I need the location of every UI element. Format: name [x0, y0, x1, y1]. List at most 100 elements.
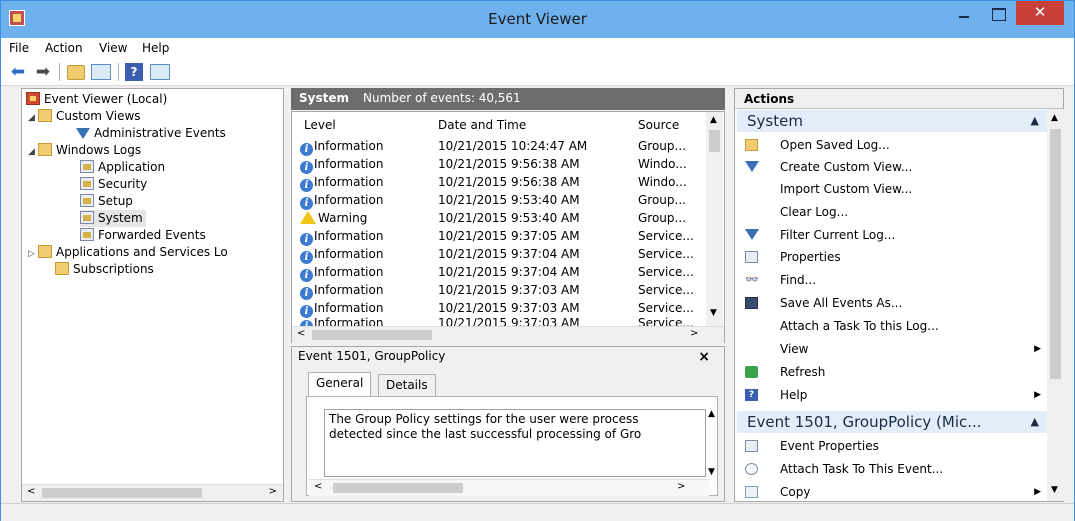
- action-refresh[interactable]: Refresh: [743, 361, 1049, 383]
- close-button[interactable]: ✕: [1016, 1, 1064, 25]
- help-icon[interactable]: ?: [125, 63, 143, 81]
- scroll-left-icon[interactable]: <: [297, 328, 305, 339]
- tree-item-security[interactable]: Security: [80, 176, 147, 193]
- action-event-properties[interactable]: Event Properties: [743, 435, 1049, 457]
- navigation-tree[interactable]: Event Viewer (Local) ◢ Custom Views Admin…: [21, 88, 284, 502]
- tree-label: Applications and Services Lo: [56, 245, 228, 259]
- scroll-down-icon[interactable]: ▼: [708, 467, 715, 477]
- menu-file[interactable]: File: [9, 41, 29, 55]
- window-title: Event Viewer: [488, 10, 587, 28]
- scroll-right-icon[interactable]: >: [677, 481, 685, 492]
- tree-item-subscriptions[interactable]: Subscriptions: [55, 261, 154, 278]
- help-icon: ?: [745, 389, 758, 401]
- action-help[interactable]: ? Help ▶: [743, 384, 1049, 406]
- maximize-button[interactable]: [979, 1, 1019, 29]
- filter-icon: [745, 229, 759, 241]
- tree-item-administrative-events[interactable]: Administrative Events: [76, 125, 226, 142]
- tree-item-setup[interactable]: Setup: [80, 193, 133, 210]
- scrollbar-thumb[interactable]: [42, 488, 202, 498]
- folder-icon: [38, 245, 52, 258]
- action-attach-task-to-event[interactable]: Attach Task To This Event...: [743, 458, 1049, 480]
- tree-item-custom-views[interactable]: ◢ Custom Views: [28, 108, 141, 125]
- section-title: System: [747, 112, 803, 130]
- action-label: Find...: [780, 273, 817, 287]
- tab-general[interactable]: General: [308, 372, 372, 396]
- scroll-down-icon[interactable]: ▼: [1051, 485, 1058, 495]
- action-find[interactable]: 👓 Find...: [743, 269, 1049, 291]
- actions-section-event[interactable]: Event 1501, GroupPolicy (Mic... ▲: [737, 411, 1047, 433]
- scroll-left-icon[interactable]: <: [27, 486, 35, 497]
- event-row[interactable]: i Information 10/21/2015 9:37:05 AM Servi…: [298, 227, 703, 246]
- action-view[interactable]: View ▶: [743, 338, 1049, 360]
- scroll-down-icon[interactable]: ▼: [710, 308, 717, 318]
- scroll-up-icon[interactable]: ▲: [710, 115, 717, 125]
- action-copy[interactable]: Copy ▶: [743, 481, 1049, 503]
- expand-arrow-icon[interactable]: ▷: [28, 246, 38, 263]
- event-list-horizontal-scrollbar[interactable]: < >: [292, 326, 724, 343]
- event-row[interactable]: i Information 10/21/2015 9:53:40 AM Group…: [298, 191, 703, 210]
- column-header-level[interactable]: Level: [304, 118, 336, 132]
- actions-section-system[interactable]: System ▲: [737, 110, 1047, 132]
- scroll-up-icon[interactable]: ▲: [1051, 113, 1058, 123]
- event-row[interactable]: i Information 10/21/2015 9:37:03 AM Servi…: [298, 299, 703, 318]
- event-row[interactable]: i Information 10/21/2015 9:37:04 AM Servi…: [298, 263, 703, 282]
- up-folder-icon[interactable]: [67, 65, 85, 80]
- column-header-source[interactable]: Source: [638, 118, 679, 132]
- action-properties[interactable]: Properties: [743, 246, 1049, 268]
- scrollbar-thumb[interactable]: [333, 483, 463, 493]
- show-hide-action-pane-icon[interactable]: [150, 64, 170, 80]
- scrollbar-thumb[interactable]: [709, 130, 720, 152]
- tree-item-windows-logs[interactable]: ◢ Windows Logs: [28, 142, 141, 159]
- tree-item-system[interactable]: System: [80, 210, 146, 227]
- scroll-up-icon[interactable]: ▲: [708, 409, 715, 419]
- event-row[interactable]: i Information 10/21/2015 9:37:04 AM Servi…: [298, 245, 703, 264]
- log-name: System: [299, 91, 349, 105]
- tree-item-forwarded-events[interactable]: Forwarded Events: [80, 227, 206, 244]
- event-list[interactable]: Level Date and Time Source i Information …: [291, 111, 725, 343]
- action-filter-current-log[interactable]: Filter Current Log...: [743, 224, 1049, 246]
- tree-label: Forwarded Events: [98, 228, 206, 242]
- event-row[interactable]: Warning 10/21/2015 9:53:40 AM Group...: [298, 209, 703, 227]
- action-create-custom-view[interactable]: Create Custom View...: [743, 156, 1049, 178]
- menu-help[interactable]: Help: [142, 41, 169, 55]
- save-disk-icon: [745, 297, 758, 309]
- show-hide-tree-icon[interactable]: [91, 64, 111, 80]
- column-header-date-time[interactable]: Date and Time: [438, 118, 526, 132]
- log-header: System Number of events: 40,561: [291, 88, 725, 110]
- event-row[interactable]: i Information 10/21/2015 9:37:03 AM Servi…: [298, 281, 703, 300]
- tree-item-event-viewer-local[interactable]: Event Viewer (Local): [26, 91, 167, 108]
- back-arrow-icon[interactable]: ⬅: [7, 62, 29, 82]
- tree-item-applications-and-services[interactable]: ▷ Applications and Services Lo: [28, 244, 228, 261]
- scroll-right-icon[interactable]: >: [690, 328, 698, 339]
- scrollbar-thumb[interactable]: [1050, 129, 1061, 379]
- description-horizontal-scrollbar[interactable]: < >: [309, 479, 709, 496]
- event-source: Group...: [638, 211, 686, 225]
- event-description[interactable]: The Group Policy settings for the user w…: [324, 409, 706, 477]
- actions-vertical-scrollbar[interactable]: ▲ ▼: [1047, 109, 1064, 501]
- forward-arrow-icon[interactable]: ➡: [32, 62, 54, 82]
- collapse-caret-icon[interactable]: ▲: [1031, 411, 1039, 433]
- action-open-saved-log[interactable]: Open Saved Log...: [743, 134, 1049, 156]
- action-save-all-events-as[interactable]: Save All Events As...: [743, 292, 1049, 314]
- section-title: Event 1501, GroupPolicy (Mic...: [747, 413, 982, 431]
- close-detail-icon[interactable]: ×: [698, 349, 710, 365]
- collapse-arrow-icon[interactable]: ◢: [28, 110, 38, 127]
- event-row[interactable]: i Information 10/21/2015 10:24:47 AM Grou…: [298, 137, 703, 156]
- action-attach-task-to-log[interactable]: Attach a Task To this Log...: [743, 315, 1049, 337]
- scroll-left-icon[interactable]: <: [314, 481, 322, 492]
- event-row[interactable]: i Information 10/21/2015 9:56:38 AM Windo…: [298, 173, 703, 192]
- event-row[interactable]: i Information 10/21/2015 9:56:38 AM Windo…: [298, 155, 703, 174]
- tab-details[interactable]: Details: [378, 374, 436, 396]
- scrollbar-thumb[interactable]: [312, 330, 432, 340]
- menu-view[interactable]: View: [99, 41, 127, 55]
- action-import-custom-view[interactable]: Import Custom View...: [743, 178, 1049, 200]
- event-list-vertical-scrollbar[interactable]: ▲ ▼: [706, 112, 723, 326]
- collapse-arrow-icon[interactable]: ◢: [28, 144, 38, 161]
- scroll-right-icon[interactable]: >: [269, 486, 277, 497]
- menu-action[interactable]: Action: [45, 41, 83, 55]
- tree-horizontal-scrollbar[interactable]: < >: [22, 484, 283, 501]
- tree-item-application[interactable]: Application: [80, 159, 165, 176]
- collapse-caret-icon[interactable]: ▲: [1031, 110, 1039, 132]
- action-clear-log[interactable]: Clear Log...: [743, 201, 1049, 223]
- title-bar[interactable]: Event Viewer ✕: [1, 1, 1074, 38]
